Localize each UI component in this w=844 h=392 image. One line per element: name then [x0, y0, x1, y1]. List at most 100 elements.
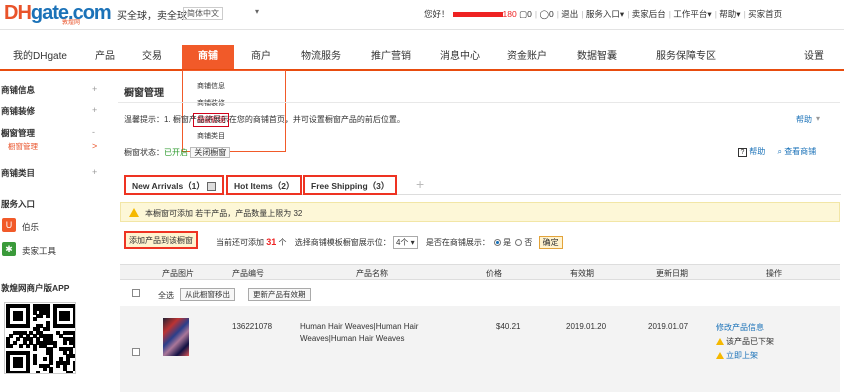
- main-nav: 我的DHgate 产品 交易 商铺 商户 物流服务 推广营销 消息中心 资金账户…: [0, 45, 844, 71]
- tab-free-shipping[interactable]: Free Shipping（3）: [303, 175, 398, 195]
- language-selector[interactable]: 简体中文: [183, 7, 223, 20]
- service-seller-tools[interactable]: 卖家工具: [22, 245, 56, 257]
- collapse-icon[interactable]: -: [92, 127, 95, 137]
- tab-hot-items[interactable]: Hot Items（2）: [226, 175, 303, 195]
- app-qr-code: [4, 302, 76, 374]
- qr-module: [72, 324, 75, 328]
- greeting: 您好！: [424, 9, 450, 19]
- select-all-label: 全选: [158, 291, 174, 300]
- search-icon[interactable]: ⌕: [777, 147, 781, 156]
- sidebar-item-showcase[interactable]: 橱窗管理: [1, 127, 35, 139]
- edit-product-link[interactable]: 修改产品信息: [716, 322, 764, 333]
- dhgate-logo[interactable]: DHgate.com 敦煌网: [4, 2, 112, 26]
- qr-module: [26, 324, 30, 328]
- expand-icon[interactable]: +: [92, 167, 97, 177]
- product-name-line1[interactable]: Human Hair Weaves|Human Hair: [300, 322, 418, 331]
- dropdown-store-decoration[interactable]: 商铺装修: [197, 98, 225, 108]
- top-links: 您好！ 180 ▢0 | ◯0 | 退出 | 服务入口▾ | 卖家后台 | 工作平台▾ | 帮…: [424, 9, 783, 19]
- view-store-link[interactable]: 查看商铺: [784, 147, 816, 156]
- nav-promotion[interactable]: 推广营销: [360, 45, 422, 69]
- workbench-link[interactable]: 工作平台: [673, 9, 707, 19]
- sidebar-subitem-showcase[interactable]: 橱窗管理: [8, 141, 38, 152]
- expand-icon[interactable]: +: [92, 84, 97, 94]
- nav-settings[interactable]: 设置: [796, 45, 832, 69]
- expand-icon[interactable]: +: [92, 105, 97, 115]
- chevron-right-icon[interactable]: >: [92, 141, 97, 151]
- seller-backend-link[interactable]: 卖家后台: [632, 9, 666, 19]
- warning-text: 本橱窗可添加 若干产品，产品数量上限为 32: [145, 209, 303, 218]
- qr-module: [26, 370, 30, 373]
- nav-store[interactable]: 商铺: [182, 45, 234, 69]
- bole-icon[interactable]: U: [2, 218, 16, 232]
- add-tab-icon[interactable]: +: [416, 176, 424, 192]
- product-thumbnail[interactable]: [163, 318, 189, 356]
- buyer-home-link[interactable]: 买家首页: [748, 9, 782, 19]
- warning-icon: [129, 208, 139, 217]
- select-all-checkbox[interactable]: [132, 289, 140, 297]
- remove-from-showcase-button[interactable]: 从此橱窗移出: [180, 288, 235, 301]
- delisted-notice: 该产品已下架: [716, 336, 774, 347]
- radio-no[interactable]: [515, 239, 523, 247]
- can-add-unit: 个: [278, 238, 287, 247]
- app-title: 敦煌网商户版APP: [1, 283, 70, 293]
- logout-link[interactable]: 退出: [561, 9, 578, 19]
- nav-logistics[interactable]: 物流服务: [290, 45, 352, 69]
- points-count[interactable]: 180: [503, 9, 517, 19]
- store-dropdown-menu: 商铺信息 商铺装修 橱窗管理 商铺类目: [182, 70, 286, 152]
- col-updated: 更新日期: [656, 269, 688, 278]
- qr-module: [66, 317, 70, 322]
- help-link-2[interactable]: 帮助: [749, 147, 765, 156]
- showcase-status: 橱窗状态：已开启 关闭橱窗: [124, 147, 231, 158]
- message-icon[interactable]: ▢: [519, 9, 527, 19]
- position-select[interactable]: 4个 ▾: [392, 236, 418, 249]
- row-checkbox[interactable]: [132, 348, 140, 356]
- product-updated-date: 2019.01.07: [648, 322, 689, 331]
- nav-funds[interactable]: 资金账户: [496, 45, 558, 69]
- chevron-down-icon[interactable]: ▾: [816, 114, 820, 123]
- service-entry-link[interactable]: 服务入口: [586, 9, 620, 19]
- can-add-label: 当前还可添加: [216, 238, 264, 247]
- chevron-down-icon[interactable]: ▾: [255, 7, 259, 16]
- dropdown-store-info[interactable]: 商铺信息: [197, 81, 225, 91]
- add-product-button[interactable]: 添加产品到该橱窗: [124, 231, 198, 249]
- col-actions: 操作: [766, 269, 782, 278]
- edit-icon[interactable]: [207, 182, 217, 192]
- qr-module: [49, 370, 54, 373]
- radio-yes[interactable]: [494, 239, 502, 247]
- sidebar-item-store-decoration[interactable]: 商铺装修: [1, 105, 35, 117]
- chevron-down-icon[interactable]: ▾: [620, 9, 624, 19]
- nav-products[interactable]: 产品: [84, 45, 126, 69]
- tip-text: 温馨提示：1. 橱窗产品将展示在您的商铺首页，并可设置橱窗产品的前后位置。: [124, 115, 405, 124]
- help-link[interactable]: 帮助: [719, 9, 736, 19]
- sidebar-item-store-category[interactable]: 商铺类目: [1, 167, 35, 179]
- help-icon[interactable]: ?: [738, 148, 747, 157]
- qr-module: [32, 347, 37, 352]
- nav-merchant[interactable]: 商户: [240, 45, 282, 69]
- nav-data[interactable]: 数据智囊: [566, 45, 628, 69]
- nav-messages[interactable]: 消息中心: [430, 45, 490, 69]
- product-name-line2[interactable]: Weaves|Human Hair Weaves: [300, 334, 405, 343]
- nav-service-guarantee[interactable]: 服务保障专区: [636, 45, 736, 69]
- refresh-validity-button[interactable]: 更新产品有效期: [248, 288, 311, 301]
- message-count[interactable]: 0: [527, 9, 532, 19]
- cart-count[interactable]: 0: [549, 9, 554, 19]
- help-link[interactable]: 帮助: [796, 114, 812, 125]
- nav-orders[interactable]: 交易: [130, 45, 174, 69]
- col-price: 价格: [486, 269, 502, 278]
- close-showcase-button[interactable]: 关闭橱窗: [190, 147, 231, 158]
- seller-tools-icon[interactable]: ✱: [2, 242, 16, 256]
- confirm-button[interactable]: 确定: [538, 236, 563, 249]
- show-label: 是否在商铺展示：: [425, 238, 490, 247]
- chevron-down-icon[interactable]: ▾: [736, 9, 740, 19]
- chevron-down-icon[interactable]: ▾: [707, 9, 711, 19]
- nav-my-dhgate[interactable]: 我的DHgate: [0, 45, 80, 69]
- cart-icon[interactable]: ◯: [539, 9, 549, 19]
- product-price: $40.21: [496, 322, 521, 331]
- relist-link[interactable]: 立即上架: [716, 350, 758, 361]
- qr-module: [52, 344, 57, 348]
- can-add-count: 31: [266, 237, 277, 247]
- dropdown-store-category[interactable]: 商铺类目: [197, 131, 225, 141]
- sidebar-item-store-info[interactable]: 商铺信息: [1, 84, 35, 96]
- tab-new-arrivals[interactable]: New Arrivals（1）: [124, 175, 225, 195]
- service-bole[interactable]: 伯乐: [22, 221, 39, 233]
